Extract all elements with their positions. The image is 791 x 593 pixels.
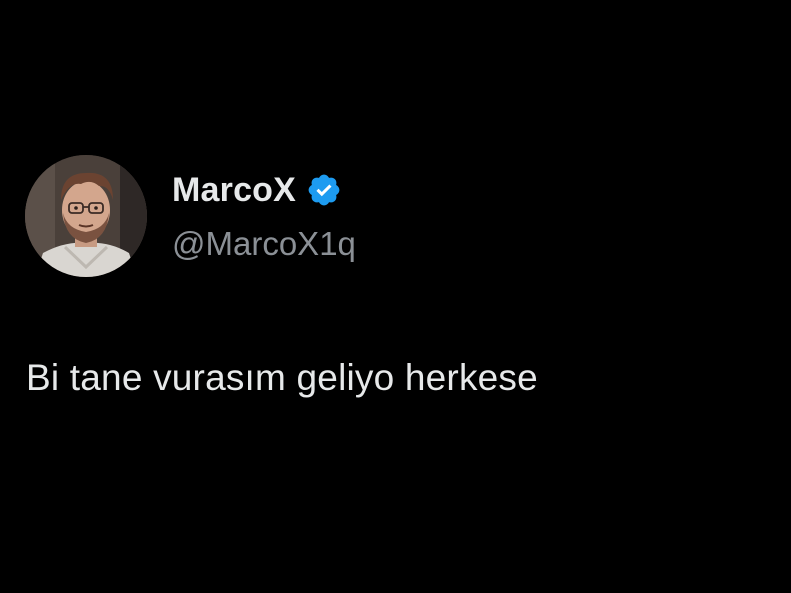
display-name[interactable]: MarcoX	[172, 168, 296, 212]
tweet-card: MarcoX @MarcoX1q Bi tane vurasım geliyo …	[0, 0, 791, 593]
tweet-text: Bi tane vurasım geliyo herkese	[26, 357, 538, 398]
avatar[interactable]	[25, 155, 147, 277]
author-name-row: MarcoX	[172, 168, 342, 212]
profile-photo-icon	[25, 155, 147, 277]
author-handle[interactable]: @MarcoX1q	[172, 222, 356, 266]
verified-badge-icon	[306, 172, 342, 208]
